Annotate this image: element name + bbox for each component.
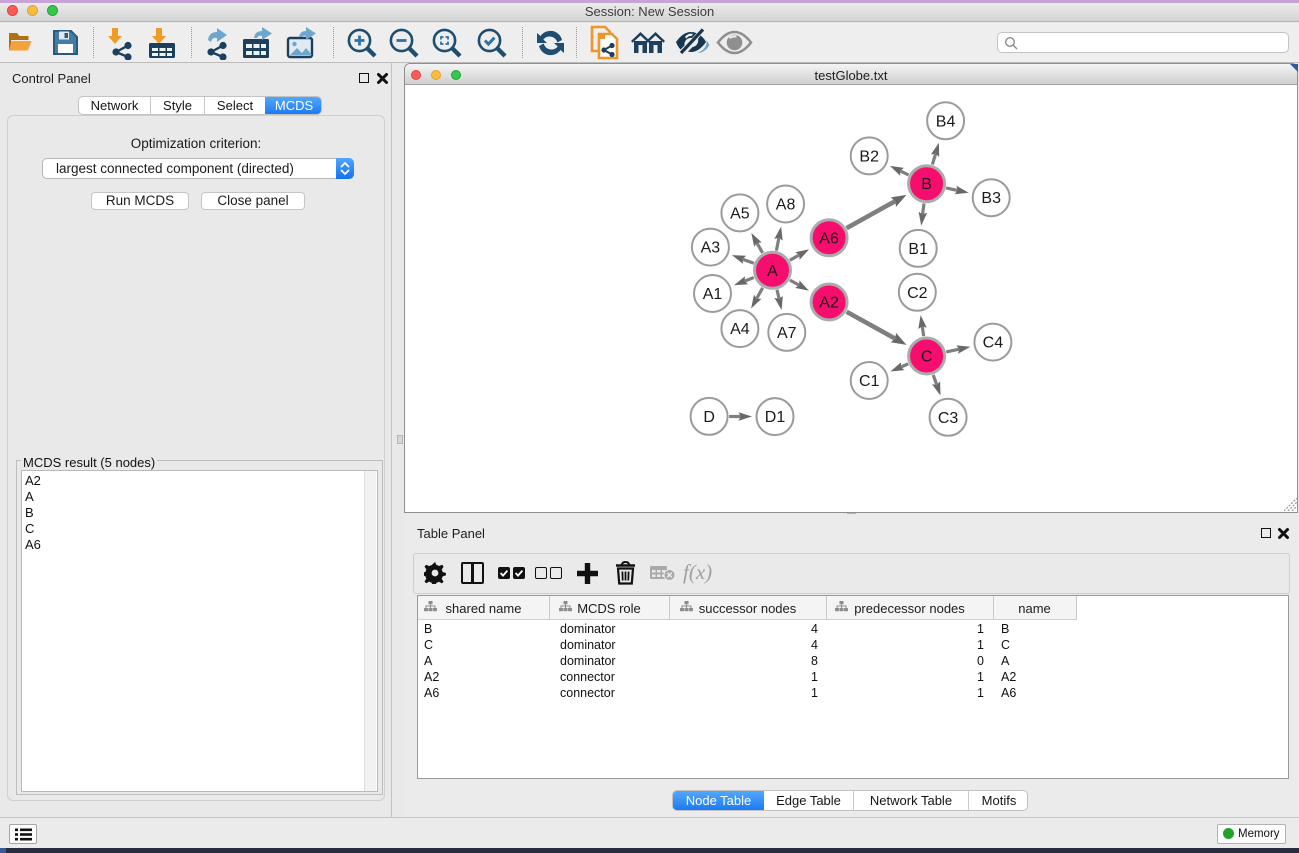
svg-text:A1: A1 [703, 286, 723, 303]
svg-text:C4: C4 [983, 335, 1004, 352]
svg-text:A7: A7 [777, 325, 797, 342]
svg-text:B4: B4 [936, 113, 956, 130]
svg-text:A4: A4 [730, 321, 750, 338]
svg-text:A6: A6 [819, 230, 839, 247]
svg-text:C: C [921, 349, 933, 366]
svg-text:A: A [767, 263, 778, 280]
svg-text:B1: B1 [908, 241, 928, 258]
svg-text:A2: A2 [819, 295, 839, 312]
svg-text:A3: A3 [701, 240, 721, 257]
svg-text:C2: C2 [907, 285, 928, 302]
svg-text:D1: D1 [765, 409, 786, 426]
svg-text:B: B [921, 176, 932, 193]
svg-text:D: D [703, 409, 715, 426]
svg-text:B2: B2 [859, 148, 879, 165]
svg-text:A8: A8 [776, 197, 796, 214]
svg-text:A5: A5 [730, 205, 750, 222]
svg-text:C3: C3 [938, 410, 959, 427]
svg-text:C1: C1 [859, 373, 880, 390]
svg-text:B3: B3 [981, 190, 1001, 207]
